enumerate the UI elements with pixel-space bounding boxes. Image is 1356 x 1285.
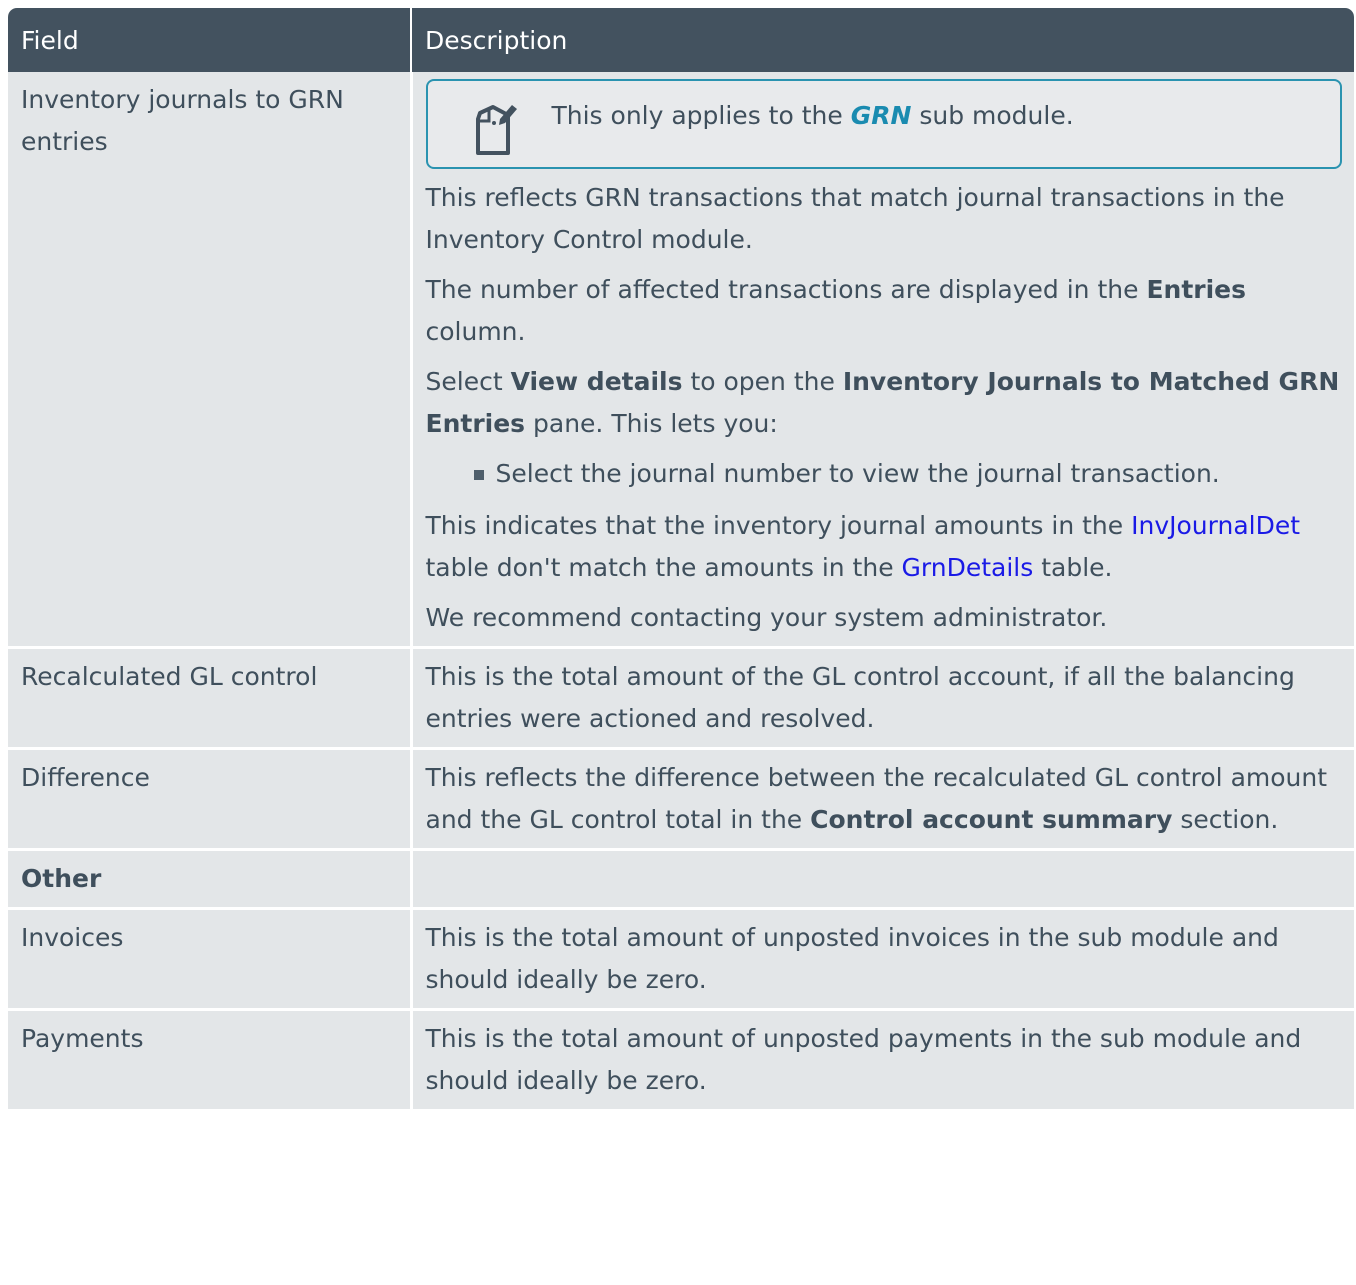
table-row: Other [8, 848, 1354, 909]
field-description-table: Field Description Inventory journals to … [8, 8, 1354, 1109]
text: The number of affected transactions are … [425, 275, 1147, 304]
bold-text: Entries [1146, 275, 1246, 304]
table-row: Inventory journals to GRN entries This o… [8, 72, 1354, 648]
description-cell: This only applies to the GRN sub module.… [409, 72, 1354, 648]
description-cell: This is the total amount of unposted inv… [409, 907, 1354, 1010]
text: Select [425, 367, 511, 396]
invjournaldet-link[interactable]: InvJournalDet [1131, 511, 1300, 540]
paragraph: This indicates that the inventory journa… [426, 505, 1349, 589]
bold-text: Control account summary [810, 805, 1173, 834]
table-row: Payments This is the total amount of unp… [8, 1008, 1354, 1109]
note-text-post: sub module. [911, 101, 1074, 130]
paragraph: We recommend contacting your system admi… [425, 603, 1108, 632]
grndetails-link[interactable]: GrnDetails [902, 553, 1034, 582]
field-cell: Recalculated GL control [8, 646, 411, 749]
section-cell: Other [8, 848, 411, 909]
description-cell: This reflects the difference between the… [409, 747, 1354, 850]
bullet-list: Select the journal number to view the jo… [426, 453, 1349, 495]
description-cell: This is the total amount of the GL contr… [409, 646, 1354, 749]
text: section. [1172, 805, 1279, 834]
text: table don't match the amounts in the [425, 553, 902, 582]
field-cell: Inventory journals to GRN entries [8, 72, 411, 648]
header-field: Field [8, 8, 411, 72]
text: column. [425, 317, 526, 346]
text: table. [1033, 553, 1113, 582]
note-highlight: GRN [850, 101, 912, 130]
field-cell: Difference [8, 747, 411, 850]
table-row: Invoices This is the total amount of unp… [8, 907, 1354, 1010]
paragraph: This reflects GRN transactions that matc… [425, 183, 1285, 254]
note-edit-icon [472, 99, 532, 155]
paragraph: The number of affected transactions are … [426, 269, 1349, 353]
bold-text: View details [510, 367, 683, 396]
field-cell: Payments [8, 1008, 411, 1109]
description-cell: This is the total amount of unposted pay… [409, 1008, 1354, 1109]
description-cell [409, 848, 1354, 909]
header-description: Description [410, 8, 1354, 72]
note-text-pre: This only applies to the [551, 101, 851, 130]
paragraph: Select View details to open the Inventor… [426, 361, 1349, 445]
field-cell: Invoices [8, 907, 411, 1010]
table-row: Recalculated GL control This is the tota… [8, 646, 1354, 749]
note-box: This only applies to the GRN sub module. [425, 79, 1342, 169]
table-header-row: Field Description [8, 8, 1354, 72]
table-row: Difference This reflects the difference … [8, 747, 1354, 850]
text: to open the [682, 367, 843, 396]
text: This indicates that the inventory journa… [425, 511, 1132, 540]
list-item: Select the journal number to view the jo… [473, 453, 1349, 495]
note-text: This only applies to the GRN sub module. [552, 95, 1074, 137]
text: pane. This lets you: [525, 409, 778, 438]
